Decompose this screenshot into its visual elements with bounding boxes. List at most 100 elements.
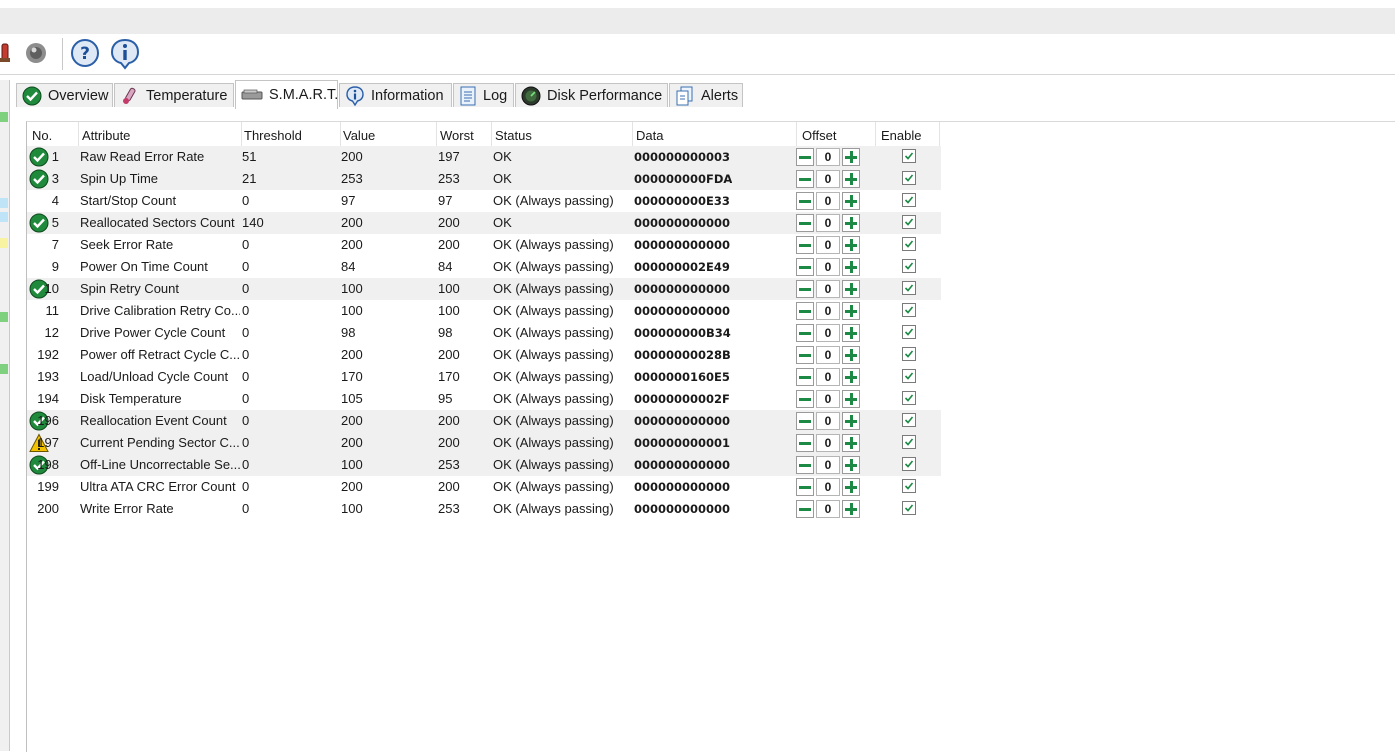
table-row[interactable]: 192 Power off Retract Cycle C... 0 200 200 OK… bbox=[27, 344, 941, 366]
enable-checkbox[interactable] bbox=[902, 369, 916, 383]
enable-checkbox[interactable] bbox=[902, 171, 916, 185]
table-row[interactable]: 194 Disk Temperature 0 105 95 OK (Always pass… bbox=[27, 388, 941, 410]
enable-checkbox[interactable] bbox=[902, 325, 916, 339]
increment-icon[interactable] bbox=[842, 236, 860, 254]
increment-icon[interactable] bbox=[842, 478, 860, 496]
offset-value[interactable]: 0 bbox=[816, 434, 840, 452]
table-row[interactable]: 11 Drive Calibration Retry Co... 0 100 100 OK… bbox=[27, 300, 941, 322]
decrement-icon[interactable] bbox=[796, 434, 814, 452]
enable-checkbox[interactable] bbox=[902, 457, 916, 471]
offset-value[interactable]: 0 bbox=[816, 478, 840, 496]
enable-checkbox[interactable] bbox=[902, 435, 916, 449]
tab-log[interactable]: Log bbox=[453, 83, 514, 107]
help-icon[interactable]: ? bbox=[70, 38, 100, 68]
increment-icon[interactable] bbox=[842, 346, 860, 364]
column-header-worst[interactable]: Worst bbox=[440, 126, 474, 146]
column-header-offset[interactable]: Offset bbox=[802, 126, 836, 146]
table-row[interactable]: 5 Reallocated Sectors Count 140 200 200 OK 000… bbox=[27, 212, 941, 234]
info-icon[interactable] bbox=[109, 38, 140, 70]
decrement-icon[interactable] bbox=[796, 478, 814, 496]
increment-icon[interactable] bbox=[842, 280, 860, 298]
enable-checkbox[interactable] bbox=[902, 193, 916, 207]
enable-checkbox[interactable] bbox=[902, 237, 916, 251]
enable-checkbox[interactable] bbox=[902, 413, 916, 427]
tab-overview[interactable]: Overview bbox=[16, 83, 113, 107]
enable-checkbox[interactable] bbox=[902, 215, 916, 229]
decrement-icon[interactable] bbox=[796, 280, 814, 298]
column-header-data[interactable]: Data bbox=[636, 126, 663, 146]
decrement-icon[interactable] bbox=[796, 324, 814, 342]
offset-value[interactable]: 0 bbox=[816, 148, 840, 166]
decrement-icon[interactable] bbox=[796, 192, 814, 210]
column-header-value[interactable]: Value bbox=[343, 126, 375, 146]
table-row[interactable]: 197 Current Pending Sector C... 0 200 200 OK … bbox=[27, 432, 941, 454]
increment-icon[interactable] bbox=[842, 390, 860, 408]
increment-icon[interactable] bbox=[842, 324, 860, 342]
decrement-icon[interactable] bbox=[796, 390, 814, 408]
offset-value[interactable]: 0 bbox=[816, 324, 840, 342]
column-header-attribute[interactable]: Attribute bbox=[82, 126, 130, 146]
column-header-threshold[interactable]: Threshold bbox=[244, 126, 302, 146]
enable-checkbox[interactable] bbox=[902, 259, 916, 273]
offset-value[interactable]: 0 bbox=[816, 236, 840, 254]
table-row[interactable]: 200 Write Error Rate 0 100 253 OK (Always pas… bbox=[27, 498, 941, 520]
offset-value[interactable]: 0 bbox=[816, 456, 840, 474]
offset-value[interactable]: 0 bbox=[816, 390, 840, 408]
tab-smart[interactable]: S.M.A.R.T. bbox=[235, 80, 338, 109]
increment-icon[interactable] bbox=[842, 148, 860, 166]
increment-icon[interactable] bbox=[842, 456, 860, 474]
table-row[interactable]: 1 Raw Read Error Rate 51 200 197 OK 0000000000… bbox=[27, 146, 941, 168]
decrement-icon[interactable] bbox=[796, 346, 814, 364]
decrement-icon[interactable] bbox=[796, 302, 814, 320]
decrement-icon[interactable] bbox=[796, 214, 814, 232]
column-header-no[interactable]: No. bbox=[32, 126, 52, 146]
offset-value[interactable]: 0 bbox=[816, 258, 840, 276]
increment-icon[interactable] bbox=[842, 214, 860, 232]
increment-icon[interactable] bbox=[842, 434, 860, 452]
offset-value[interactable]: 0 bbox=[816, 192, 840, 210]
increment-icon[interactable] bbox=[842, 258, 860, 276]
offset-value[interactable]: 0 bbox=[816, 368, 840, 386]
decrement-icon[interactable] bbox=[796, 236, 814, 254]
decrement-icon[interactable] bbox=[796, 456, 814, 474]
table-row[interactable]: 199 Ultra ATA CRC Error Count 0 200 200 OK (A… bbox=[27, 476, 941, 498]
decrement-icon[interactable] bbox=[796, 368, 814, 386]
table-row[interactable]: 193 Load/Unload Cycle Count 0 170 170 OK (Alw… bbox=[27, 366, 941, 388]
thermometer-icon[interactable] bbox=[0, 38, 22, 68]
tab-alerts[interactable]: Alerts bbox=[669, 83, 743, 107]
increment-icon[interactable] bbox=[842, 500, 860, 518]
table-row[interactable]: 196 Reallocation Event Count 0 200 200 OK (Al… bbox=[27, 410, 941, 432]
decrement-icon[interactable] bbox=[796, 500, 814, 518]
offset-value[interactable]: 0 bbox=[816, 302, 840, 320]
tab-information[interactable]: Information bbox=[339, 83, 452, 107]
column-header-status[interactable]: Status bbox=[495, 126, 532, 146]
column-header-enable[interactable]: Enable bbox=[881, 126, 921, 146]
tab-disk-performance[interactable]: Disk Performance bbox=[515, 83, 668, 107]
increment-icon[interactable] bbox=[842, 170, 860, 188]
table-row[interactable]: 7 Seek Error Rate 0 200 200 OK (Always passin… bbox=[27, 234, 941, 256]
tab-temperature[interactable]: Temperature bbox=[114, 83, 234, 107]
table-row[interactable]: 4 Start/Stop Count 0 97 97 OK (Always passing… bbox=[27, 190, 941, 212]
table-row[interactable]: 3 Spin Up Time 21 253 253 OK 000000000FDA 0 bbox=[27, 168, 941, 190]
enable-checkbox[interactable] bbox=[902, 303, 916, 317]
increment-icon[interactable] bbox=[842, 192, 860, 210]
table-row[interactable]: 12 Drive Power Cycle Count 0 98 98 OK (Always… bbox=[27, 322, 941, 344]
enable-checkbox[interactable] bbox=[902, 479, 916, 493]
enable-checkbox[interactable] bbox=[902, 149, 916, 163]
offset-value[interactable]: 0 bbox=[816, 214, 840, 232]
decrement-icon[interactable] bbox=[796, 258, 814, 276]
increment-icon[interactable] bbox=[842, 412, 860, 430]
enable-checkbox[interactable] bbox=[902, 391, 916, 405]
increment-icon[interactable] bbox=[842, 368, 860, 386]
increment-icon[interactable] bbox=[842, 302, 860, 320]
offset-value[interactable]: 0 bbox=[816, 346, 840, 364]
offset-value[interactable]: 0 bbox=[816, 412, 840, 430]
offset-value[interactable]: 0 bbox=[816, 280, 840, 298]
offset-value[interactable]: 0 bbox=[816, 170, 840, 188]
enable-checkbox[interactable] bbox=[902, 501, 916, 515]
table-row[interactable]: 10 Spin Retry Count 0 100 100 OK (Always pass… bbox=[27, 278, 941, 300]
enable-checkbox[interactable] bbox=[902, 347, 916, 361]
table-row[interactable]: 198 Off-Line Uncorrectable Se... 0 100 253 OK… bbox=[27, 454, 941, 476]
table-row[interactable]: 9 Power On Time Count 0 84 84 OK (Always pass… bbox=[27, 256, 941, 278]
decrement-icon[interactable] bbox=[796, 412, 814, 430]
